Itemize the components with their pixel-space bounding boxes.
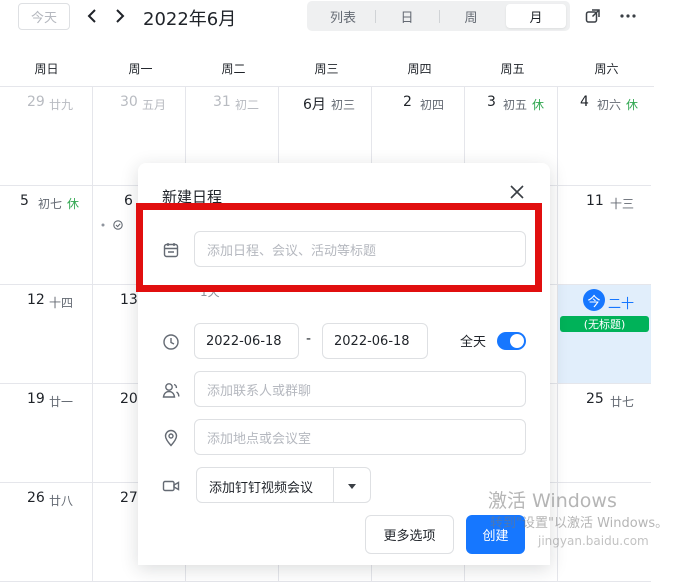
weekday-label: 周二 [221, 62, 246, 76]
day-cell[interactable]: 11 十三 [558, 186, 651, 285]
chevron-left-icon [87, 9, 96, 23]
location-input[interactable]: 添加地点或会议室 [194, 419, 526, 455]
date-separator: - [306, 331, 312, 347]
day-cell-today[interactable]: 今 二十 (无标题) [558, 285, 651, 384]
video-meeting-dropdown[interactable]: 添加钉钉视频会议 [196, 467, 371, 503]
view-list-tab[interactable]: 列表 [311, 4, 375, 28]
day-number: 13 [120, 292, 138, 308]
day-number: 31 [213, 94, 231, 110]
lunar-date: 五月 [142, 98, 167, 112]
view-month-tab[interactable]: 月 [506, 4, 566, 28]
event-pill[interactable]: (无标题) [560, 316, 649, 332]
close-button[interactable] [508, 183, 526, 201]
day-number: 19 [27, 391, 45, 407]
chevron-right-icon [116, 9, 125, 23]
start-date-field[interactable]: 2022-06-18 [194, 323, 299, 359]
day-number: 5 [20, 193, 29, 209]
lunar-date: 初四 [420, 98, 445, 112]
next-month-button[interactable] [110, 4, 130, 28]
month-title: 2022年6月 [143, 9, 237, 30]
day-number: 12 [27, 292, 45, 308]
lunar-date: 初二 [235, 98, 260, 112]
view-week-tab[interactable]: 周 [439, 4, 503, 28]
day-cell[interactable]: 19 廿一 [0, 384, 93, 483]
lunar-date: 二十 [608, 297, 635, 312]
holiday-rest-badge: 休 [532, 98, 545, 112]
share-window-icon [585, 9, 600, 23]
prev-month-button[interactable] [82, 4, 102, 28]
day-cell[interactable]: 25 廿七 [558, 384, 651, 483]
day-number: 6月 [303, 97, 326, 113]
dropdown-divider [333, 468, 334, 502]
lunar-date: 廿七 [610, 395, 635, 409]
window-edge [654, 0, 697, 565]
end-date-field[interactable]: 2022-06-18 [322, 323, 428, 359]
lunar-date: 初三 [331, 98, 356, 112]
day-number: 20 [120, 391, 138, 407]
day-number: 2 [403, 94, 412, 110]
video-camera-icon [162, 477, 180, 495]
day-cell[interactable]: 29 廿九 [0, 87, 93, 186]
close-icon [510, 185, 524, 199]
day-cell[interactable]: 26 廿八 [0, 483, 93, 582]
view-day-tab[interactable]: 日 [375, 4, 439, 28]
share-window-button[interactable] [583, 6, 603, 26]
more-menu-button[interactable] [618, 6, 638, 26]
location-pin-icon [162, 429, 180, 447]
weekday-header: 周日 周一 周二 周三 周四 周五 周六 [0, 50, 654, 87]
calendar-toolbar: 今天 2022年6月 列表 日 周 月 [0, 0, 654, 36]
day-number: 30 [120, 94, 138, 110]
holiday-rest-badge: 休 [67, 197, 80, 211]
weekday-label: 周日 [34, 62, 59, 76]
today-button[interactable]: 今天 [18, 3, 70, 30]
weekday-label: 周六 [594, 62, 619, 76]
weekday-label: 周四 [407, 62, 432, 76]
lunar-date: 初六 [597, 98, 622, 112]
clock-icon [162, 333, 180, 351]
lunar-date: 廿九 [49, 98, 74, 112]
weekday-label: 周三 [314, 62, 339, 76]
site-watermark: jingyan.baidu.com [538, 534, 649, 548]
more-dots-icon [620, 14, 636, 18]
lunar-date: 廿一 [49, 395, 74, 409]
video-meeting-label: 添加钉钉视频会议 [209, 481, 314, 496]
day-cell[interactable]: 5 初七 休 [0, 186, 93, 285]
day-cell[interactable]: 12 十四 [0, 285, 93, 384]
today-badge: 今 [583, 289, 605, 311]
contacts-input[interactable]: 添加联系人或群聊 [194, 371, 526, 407]
day-number: 29 [27, 94, 45, 110]
more-options-button[interactable]: 更多选项 [365, 515, 454, 554]
lunar-date: 初七 [38, 197, 63, 211]
mini-event-marker[interactable] [100, 220, 128, 233]
weekday-label: 周五 [500, 62, 525, 76]
lunar-date: 十四 [49, 296, 74, 310]
holiday-rest-badge: 休 [626, 98, 639, 112]
day-number: 6 [124, 193, 133, 209]
view-switcher: 列表 日 周 月 [307, 1, 570, 31]
day-number: 25 [586, 391, 604, 407]
day-number: 3 [487, 94, 496, 110]
day-cell[interactable]: 4 初六 休 [558, 87, 651, 186]
day-number: 27 [120, 490, 138, 506]
activation-watermark: 激活 Windows [488, 490, 617, 512]
lunar-date: 廿八 [49, 494, 74, 508]
lunar-date: 初五 [503, 98, 528, 112]
day-number: 26 [27, 490, 45, 506]
all-day-toggle[interactable] [497, 332, 526, 350]
caret-down-icon[interactable] [345, 478, 359, 492]
all-day-label: 全天 [460, 335, 487, 350]
weekday-label: 周一 [128, 62, 153, 76]
annotation-highlight-box [136, 203, 542, 292]
contacts-icon [162, 381, 180, 399]
check-circle-icon [101, 220, 123, 230]
activation-watermark-sub: 转到"设置"以激活 Windows。 [490, 516, 669, 531]
lunar-date: 十三 [610, 197, 635, 211]
day-number: 4 [580, 94, 589, 110]
day-number: 11 [586, 193, 604, 209]
